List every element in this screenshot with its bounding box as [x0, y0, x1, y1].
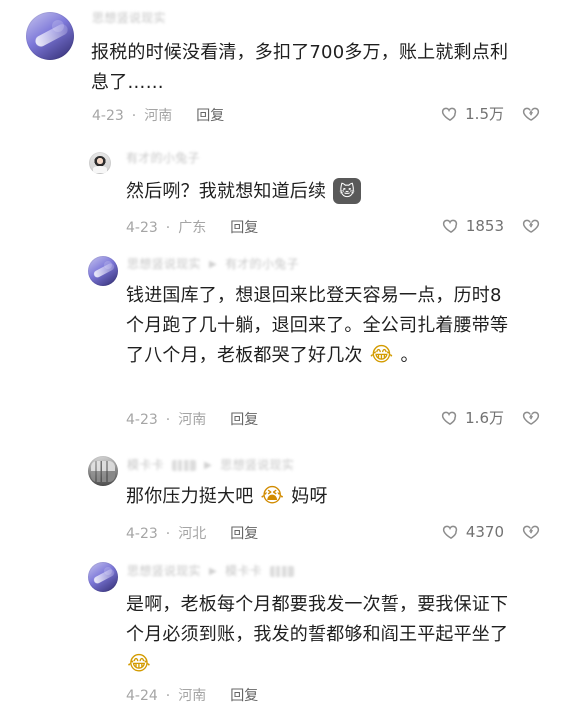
username-text: 模卡卡	[127, 458, 164, 472]
reply-arrow-icon: ▶	[208, 565, 217, 577]
like-count: 1.6万	[465, 409, 504, 427]
comment-text-part: 。	[400, 345, 419, 366]
comment-location-separator: ·	[165, 220, 171, 236]
comment-thread: 思想竖说现实 报税的时候没看清，多扣了700多万，账上就剩点利息了…… 4-23…	[0, 0, 562, 720]
comment-location: 河南	[178, 688, 207, 704]
reply-button[interactable]: 回复	[230, 524, 258, 544]
like-button[interactable]: 1853	[442, 216, 504, 236]
reply-button[interactable]: 回复	[230, 686, 258, 706]
reply-arrow-icon: ▶	[208, 258, 217, 270]
like-count: 1.5万	[465, 105, 504, 123]
comment-location-separator: ·	[165, 526, 171, 542]
comment-text-part: 那你压力挺大吧	[126, 486, 254, 507]
comment-location-separator: ·	[131, 108, 137, 124]
comment-date: 4-23	[92, 108, 124, 124]
laugh-cry-emoji-icon: 😂	[127, 651, 151, 675]
reply-to-username: 模卡卡	[225, 564, 262, 578]
like-button[interactable]: 4370	[442, 522, 504, 542]
username[interactable]: 有才的小兔子	[126, 150, 200, 166]
comment-text-part: 妈呀	[291, 486, 328, 507]
comment-actions: 4370	[442, 522, 540, 542]
avatar[interactable]	[88, 256, 118, 286]
reply-to-username: 有才的小兔子	[225, 257, 299, 271]
reply-arrow-icon: ▶	[204, 459, 213, 471]
comment-actions: 1.6万	[441, 408, 540, 428]
comment-date: 4-23	[126, 220, 158, 236]
cry-emoji-icon: 😭	[260, 483, 285, 507]
comment-item: 思想竖说现实 报税的时候没看清，多扣了700多万，账上就剩点利息了…… 4-23…	[0, 0, 562, 140]
avatar[interactable]	[88, 562, 118, 592]
badge-icon	[172, 460, 197, 471]
comment-location: 河北	[178, 526, 207, 542]
reply-button[interactable]: 回复	[230, 218, 258, 238]
comment-date: 4-23	[126, 526, 158, 542]
comment-actions: 1.5万	[441, 104, 540, 124]
heart-icon	[442, 523, 460, 541]
comment-item: 思想竖说现实 ▶ 模卡卡 是啊，老板每个月都要我发一次誓，要我保证下个月必须到账…	[0, 556, 562, 720]
comment-item: 思想竖说现实 ▶ 有才的小兔子 钱进国库了，想退回来比登天容易一点，历时8个月跑…	[0, 248, 562, 436]
cat-emoji-icon: 🐱	[333, 178, 362, 204]
comment-location-separator: ·	[165, 688, 171, 704]
broken-heart-icon[interactable]	[522, 217, 540, 235]
avatar[interactable]	[26, 12, 74, 60]
broken-heart-icon[interactable]	[522, 105, 540, 123]
username-text: 思想竖说现实	[127, 564, 201, 578]
username[interactable]: 思想竖说现实 ▶ 有才的小兔子	[127, 256, 299, 273]
comment-meta: 4-23 · 广东 回复	[126, 218, 258, 238]
comment-text: 报税的时候没看清，多扣了700多万，账上就剩点利息了……	[91, 42, 509, 93]
comment-location-separator: ·	[165, 412, 171, 428]
comment-text-part: 是啊，老板每个月都要我发一次誓，要我保证下个月必须到账，我发的誓都够和阎王平起平…	[126, 594, 509, 645]
comment-meta: 4-23 · 河南 回复	[126, 410, 258, 430]
reply-button[interactable]: 回复	[230, 410, 258, 430]
comment-text-part: 然后咧？我就想知道后续	[126, 181, 327, 202]
username[interactable]: 思想竖说现实 ▶ 模卡卡	[127, 563, 295, 580]
broken-heart-icon[interactable]	[522, 523, 540, 541]
comment-text: 钱进国库了，想退回来比登天容易一点，历时8个月跑了几十躺，退回来了。全公司扎着腰…	[126, 281, 512, 371]
username-text: 思想竖说现实	[127, 257, 201, 271]
heart-icon	[442, 217, 460, 235]
comment-meta: 4-24 · 河南 回复	[126, 686, 258, 706]
comment-location: 广东	[178, 220, 207, 236]
reply-button[interactable]: 回复	[196, 106, 224, 126]
comment-location: 河南	[144, 108, 173, 124]
comment-text: 是啊，老板每个月都要我发一次誓，要我保证下个月必须到账，我发的誓都够和阎王平起平…	[126, 590, 518, 680]
avatar[interactable]	[89, 152, 111, 174]
comment-text: 然后咧？我就想知道后续 🐱	[126, 177, 426, 207]
username[interactable]: 模卡卡 ▶ 思想竖说现实	[127, 457, 294, 474]
username[interactable]: 思想竖说现实	[92, 10, 166, 26]
badge-icon	[270, 566, 295, 577]
reply-to-username: 思想竖说现实	[220, 458, 295, 472]
comment-date: 4-24	[126, 688, 158, 704]
comment-actions: 1853	[442, 216, 540, 236]
like-count: 4370	[465, 523, 504, 541]
broken-heart-icon[interactable]	[522, 409, 540, 427]
comment-meta: 4-23 · 河南 回复	[92, 106, 224, 126]
comment-date: 4-23	[126, 412, 158, 428]
laugh-cry-emoji-icon: 😂	[369, 342, 394, 366]
like-count: 1853	[465, 217, 504, 235]
comment-location: 河南	[178, 412, 207, 428]
comment-item: 模卡卡 ▶ 思想竖说现实 那你压力挺大吧 😭 妈呀 4-23 · 河北 回复 4…	[0, 448, 562, 556]
heart-icon	[441, 409, 459, 427]
avatar[interactable]	[88, 456, 118, 486]
comment-text: 那你压力挺大吧 😭 妈呀	[126, 482, 386, 512]
heart-icon	[441, 105, 459, 123]
comment-item: 有才的小兔子 然后咧？我就想知道后续 🐱 4-23 · 广东 回复 1853	[0, 142, 562, 250]
like-button[interactable]: 1.5万	[441, 104, 504, 124]
comment-text-part: 钱进国库了，想退回来比登天容易一点，历时8个月跑了几十躺，退回来了。全公司扎着腰…	[126, 285, 509, 366]
comment-meta: 4-23 · 河北 回复	[126, 524, 258, 544]
like-button[interactable]: 1.6万	[441, 408, 504, 428]
